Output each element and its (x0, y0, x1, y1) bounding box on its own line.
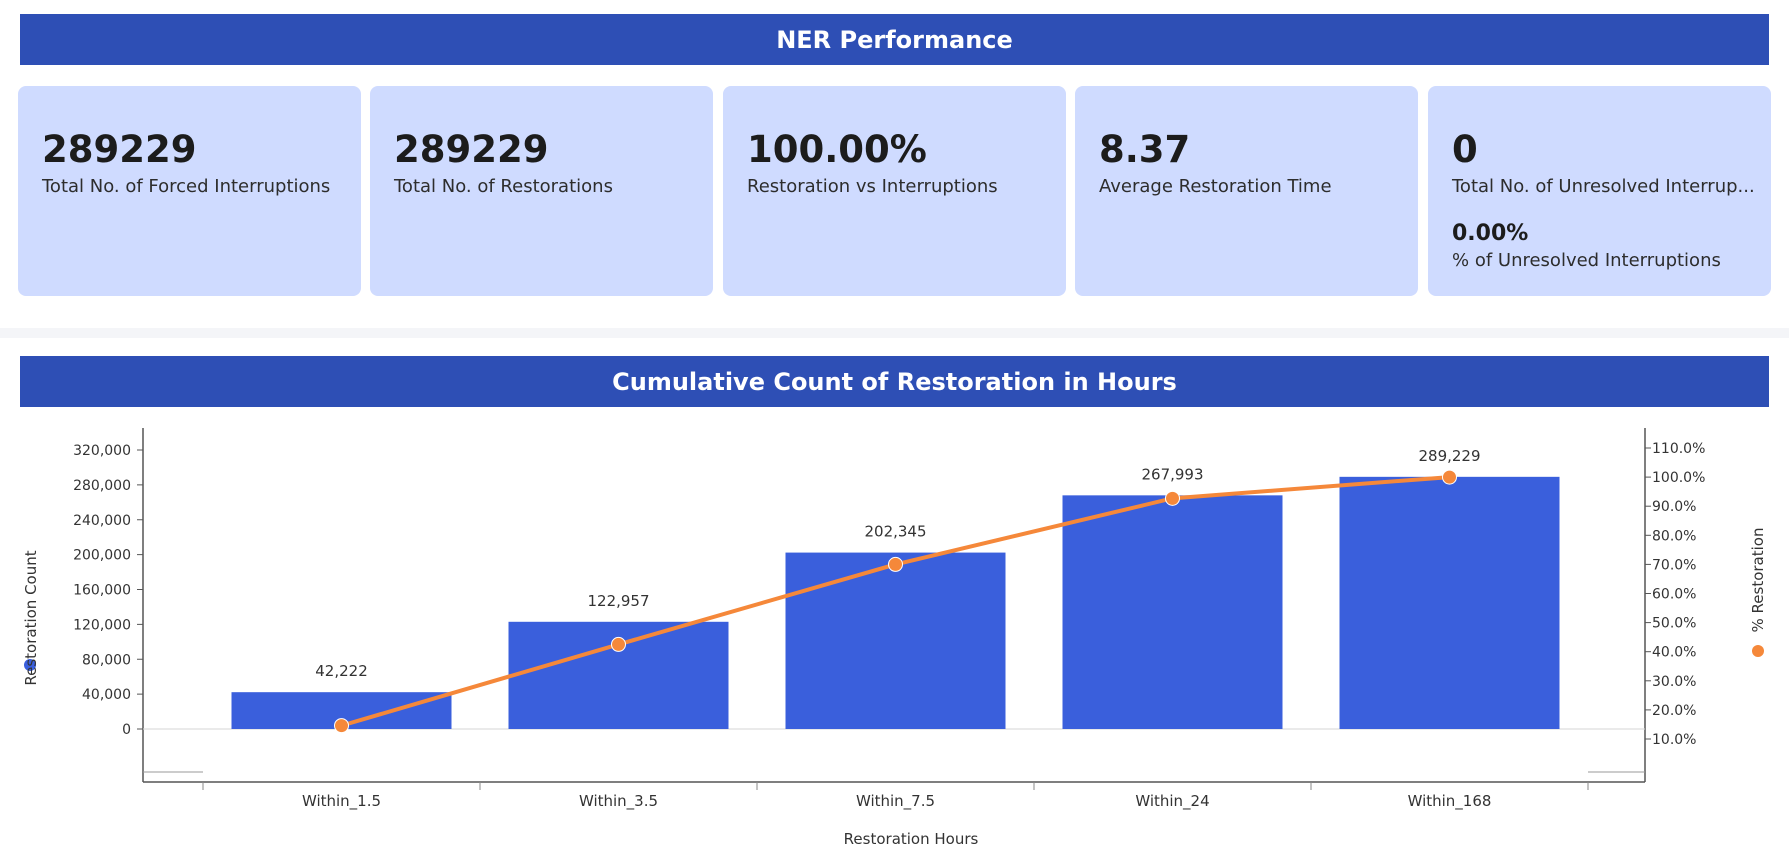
bar-value-label: 267,993 (1141, 465, 1203, 483)
y-right-tick-label: 40.0% (1652, 645, 1696, 661)
bar (1339, 476, 1560, 729)
kpi-card-restorations[interactable]: 289229 Total No. of Restorations (370, 86, 713, 296)
kpi-value: 289229 (42, 128, 197, 171)
kpi-card-forced-interruptions[interactable]: 289229 Total No. of Forced Interruptions (18, 86, 361, 296)
y-right-tick-label: 100.0% (1652, 470, 1705, 486)
y-axis-left-title: Restoration Count (22, 550, 40, 685)
kpi-label: Total No. of Restorations (394, 176, 613, 197)
bar-value-label: 202,345 (864, 523, 926, 541)
y-right-tick-label: 20.0% (1652, 703, 1696, 719)
y-axis-right-label: % Restoration (1749, 528, 1767, 633)
kpi-value: 289229 (394, 128, 549, 171)
y-left-tick-label: 200,000 (73, 548, 131, 564)
x-tick-label: Within_3.5 (579, 792, 658, 811)
y-left-tick-label: 280,000 (73, 478, 131, 494)
y-axis-left-label: Restoration Count (22, 550, 40, 685)
y-axis-left-ticks: 320,000 280,000 240,000 200,000 160,000 120,0… (73, 443, 143, 738)
y-left-tick-label: 320,000 (73, 443, 131, 459)
y-left-tick-label: 240,000 (73, 513, 131, 529)
y-right-tick-label: 110.0% (1652, 441, 1705, 457)
kpi-label: Average Restoration Time (1099, 176, 1332, 197)
y-axis-right-ticks: 110.0% 100.0% 90.0% 80.0% 70.0% 60.0% 50.0% 40.… (1645, 441, 1705, 748)
chart-title: Cumulative Count of Restoration in Hours (612, 367, 1177, 396)
y-right-tick-label: 80.0% (1652, 528, 1696, 544)
page-title: NER Performance (776, 25, 1013, 54)
kpi-card-average-restoration-time[interactable]: 8.37 Average Restoration Time (1075, 86, 1418, 296)
series-legend-dot-line (1752, 645, 1764, 657)
bar (1062, 495, 1283, 729)
y-left-tick-label: 120,000 (73, 617, 131, 633)
x-axis-title: Restoration Hours (844, 830, 979, 845)
line-point (1165, 490, 1180, 506)
line-point (1442, 469, 1457, 485)
bar-series (231, 476, 1560, 729)
kpi-label: Restoration vs Interruptions (747, 176, 998, 197)
y-right-tick-label: 30.0% (1652, 674, 1696, 690)
bar-value-label: 289,229 (1418, 447, 1480, 465)
line-point (611, 636, 626, 652)
bar (785, 552, 1006, 729)
y-left-tick-label: 160,000 (73, 583, 131, 599)
chart-title-banner: Cumulative Count of Restoration in Hours (20, 356, 1769, 407)
y-axis-right-title: % Restoration (1749, 528, 1767, 657)
x-tick-label: Within_7.5 (856, 792, 935, 811)
kpi-value: 100.00% (747, 128, 927, 171)
y-right-tick-label: 90.0% (1652, 499, 1696, 515)
line-point (334, 718, 349, 734)
y-left-tick-label: 0 (122, 722, 131, 738)
restoration-chart: Restoration Count % Restoration 320,000 2… (22, 428, 1767, 845)
kpi-value: 0 (1452, 128, 1478, 171)
kpi-value: 8.37 (1099, 128, 1191, 171)
y-right-tick-label: 60.0% (1652, 587, 1696, 603)
kpi-sub-label: % of Unresolved Interruptions (1452, 250, 1721, 271)
x-tick-label: Within_24 (1135, 792, 1209, 811)
kpi-card-unresolved-interruptions[interactable]: 0 Total No. of Unresolved Interrup... 0.… (1428, 86, 1771, 296)
bar-value-label: 122,957 (587, 592, 649, 610)
y-right-tick-label: 50.0% (1652, 616, 1696, 632)
line-point (888, 556, 903, 572)
section-divider (0, 328, 1789, 338)
kpi-label: Total No. of Unresolved Interrup... (1452, 176, 1755, 197)
y-right-tick-label: 70.0% (1652, 557, 1696, 573)
kpi-label: Total No. of Forced Interruptions (42, 176, 331, 197)
kpi-sub-value: 0.00% (1452, 221, 1529, 246)
y-left-tick-label: 40,000 (82, 687, 131, 703)
x-tick-label: Within_1.5 (302, 792, 381, 811)
y-left-tick-label: 80,000 (82, 652, 131, 668)
header-banner: NER Performance (20, 14, 1769, 65)
bar-value-label: 42,222 (315, 662, 368, 680)
x-tick-label: Within_168 (1408, 792, 1492, 811)
kpi-card-restoration-vs-interruptions[interactable]: 100.00% Restoration vs Interruptions (723, 86, 1066, 296)
x-axis-ticks: Within_1.5 Within_3.5 Within_7.5 Within_24 W… (202, 782, 1589, 811)
y-right-tick-label: 10.0% (1652, 732, 1696, 748)
